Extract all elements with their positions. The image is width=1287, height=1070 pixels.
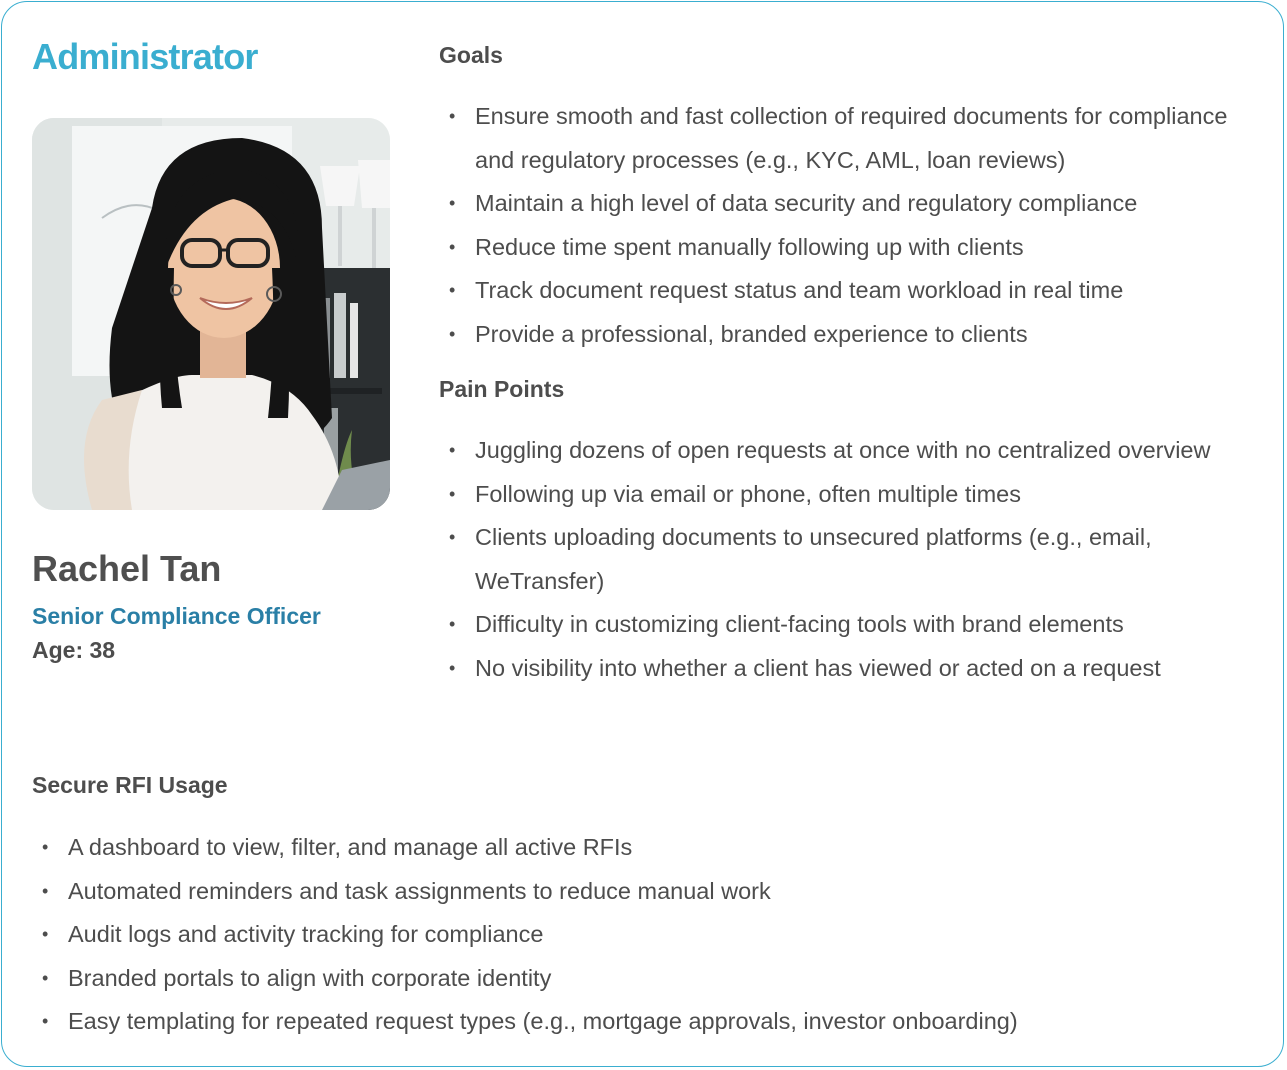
pain-point-item: Clients uploading documents to unsecured… xyxy=(439,516,1239,603)
pain-points-list: Juggling dozens of open requests at once… xyxy=(439,429,1239,691)
pain-point-item: Juggling dozens of open requests at once… xyxy=(439,429,1239,473)
goals-heading: Goals xyxy=(439,42,503,68)
goal-item: Track document request status and team w… xyxy=(439,269,1239,313)
persona-name: Rachel Tan xyxy=(32,548,222,589)
usage-item: Audit logs and activity tracking for com… xyxy=(32,913,1232,957)
persona-age: Age: 38 xyxy=(32,637,116,663)
usage-item: Automated reminders and task assignments… xyxy=(32,870,1232,914)
persona-photo xyxy=(32,118,390,510)
usage-item: Branded portals to align with corporate … xyxy=(32,957,1232,1001)
goal-item: Ensure smooth and fast collection of req… xyxy=(439,95,1239,182)
persona-role-title: Administrator xyxy=(32,36,258,77)
usage-item: A dashboard to view, filter, and manage … xyxy=(32,826,1232,870)
pain-point-item: Difficulty in customizing client-facing … xyxy=(439,603,1239,647)
goal-item: Provide a professional, branded experien… xyxy=(439,313,1239,357)
goal-item: Maintain a high level of data security a… xyxy=(439,182,1239,226)
pain-points-heading: Pain Points xyxy=(439,376,565,402)
secure-rfi-usage-list: A dashboard to view, filter, and manage … xyxy=(32,826,1232,1044)
pain-point-item: Following up via email or phone, often m… xyxy=(439,473,1239,517)
secure-rfi-usage-heading: Secure RFI Usage xyxy=(32,772,228,798)
persona-job-title: Senior Compliance Officer xyxy=(32,603,321,629)
goal-item: Reduce time spent manually following up … xyxy=(439,226,1239,270)
pain-point-item: No visibility into whether a client has … xyxy=(439,647,1239,691)
persona-card: Administrator Rachel Tan Senior Complian… xyxy=(1,1,1284,1067)
goals-list: Ensure smooth and fast collection of req… xyxy=(439,95,1239,357)
usage-item: Easy templating for repeated request typ… xyxy=(32,1000,1232,1044)
